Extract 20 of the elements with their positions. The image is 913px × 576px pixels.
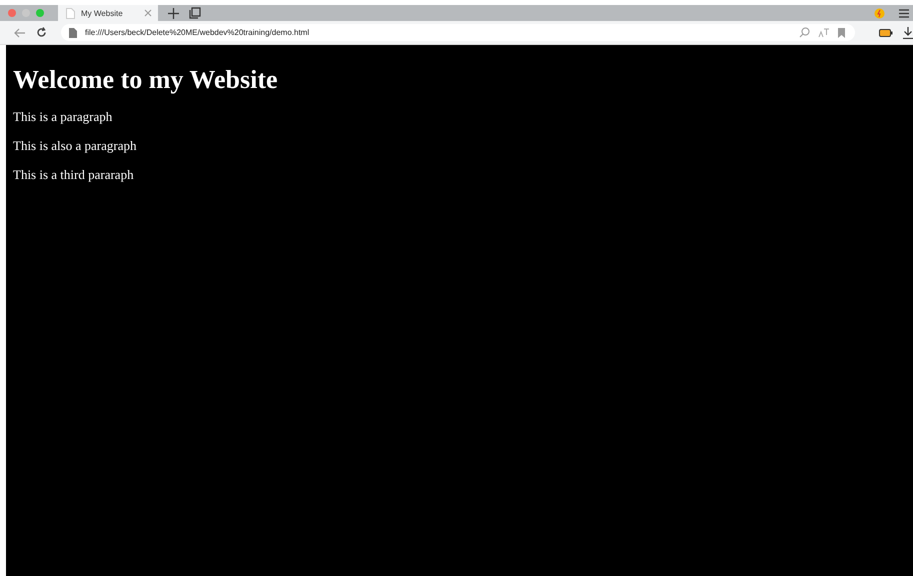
close-window-button[interactable]	[8, 9, 16, 17]
bookmark-icon[interactable]	[838, 28, 845, 38]
paragraph: This is a paragraph	[13, 109, 114, 125]
battery-icon[interactable]	[879, 28, 893, 36]
menu-icon[interactable]	[899, 8, 909, 18]
download-icon[interactable]	[903, 26, 913, 38]
address-field[interactable]: file:///Users/beck/Delete%20ME/webdev%20training/demo.html	[61, 24, 855, 41]
file-icon	[69, 28, 77, 38]
page-heading: Welcome to my Website	[13, 65, 279, 95]
paragraph: This is also a paragraph	[13, 138, 138, 154]
tabs-icon[interactable]	[189, 7, 201, 19]
paragraph: This is a third pararaph	[13, 167, 135, 183]
extension-icon[interactable]	[874, 8, 885, 18]
zoom-icon[interactable]	[799, 27, 810, 38]
back-icon[interactable]	[14, 28, 26, 38]
browser-tab[interactable]: My Website	[58, 5, 158, 21]
page-icon	[66, 8, 75, 18]
close-icon[interactable]	[144, 9, 152, 17]
reload-icon[interactable]	[36, 27, 47, 38]
new-tab-icon[interactable]	[168, 8, 179, 18]
